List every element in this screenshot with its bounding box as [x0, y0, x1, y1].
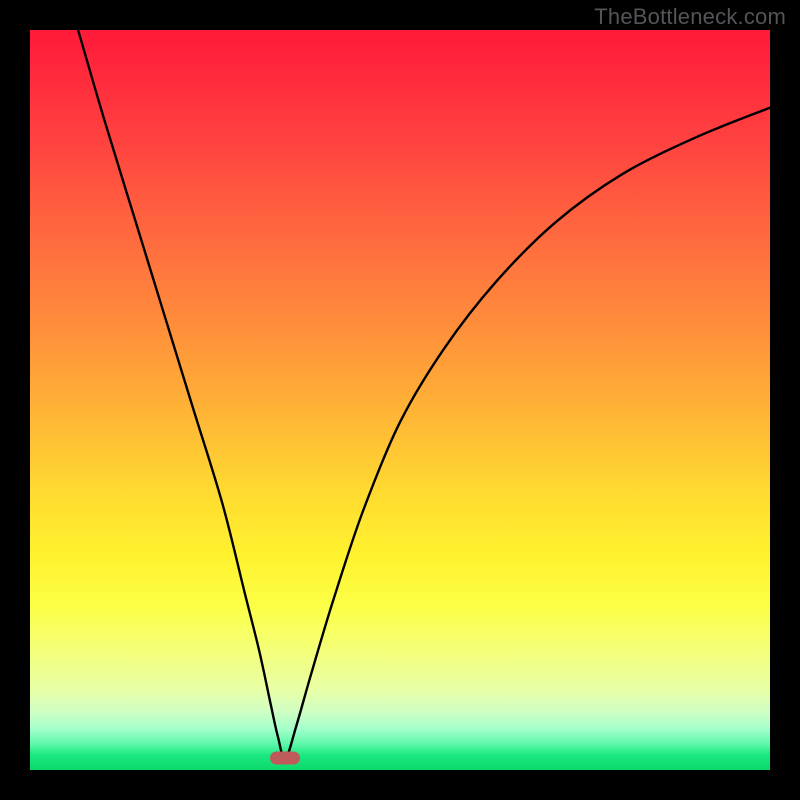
curve-path [78, 30, 770, 759]
chart-frame: TheBottleneck.com [0, 0, 800, 800]
watermark-text: TheBottleneck.com [594, 4, 786, 30]
plot-area [30, 30, 770, 770]
bottleneck-curve [30, 30, 770, 770]
minimum-marker [270, 752, 300, 765]
